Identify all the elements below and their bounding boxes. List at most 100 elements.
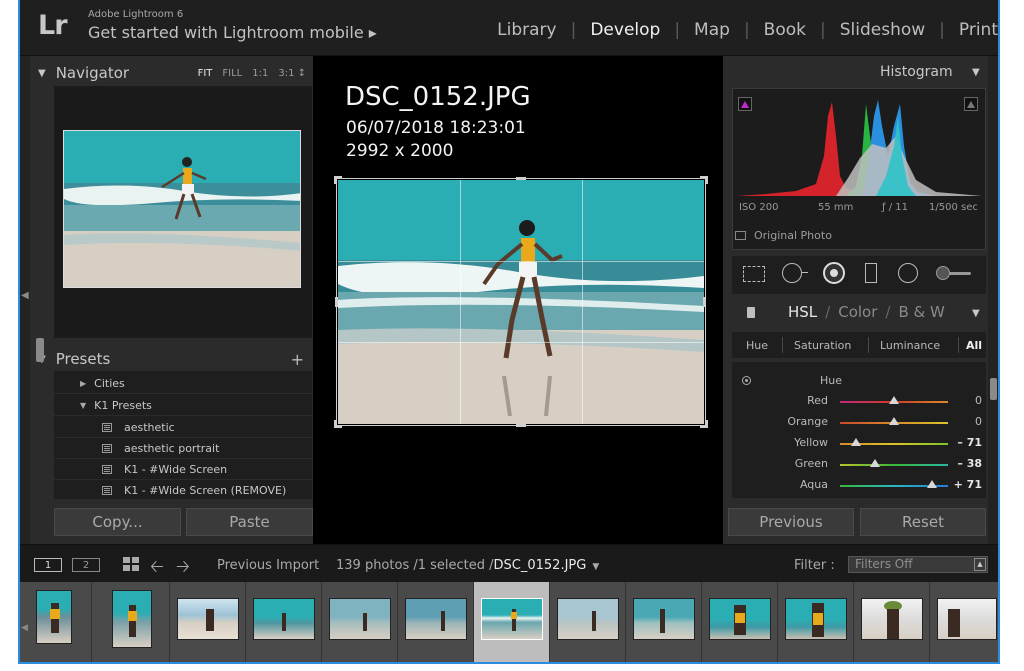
left-panel-scrollbar[interactable] xyxy=(36,338,44,362)
crop-overlay-frame[interactable] xyxy=(336,178,706,426)
filmstrip-cell[interactable] xyxy=(20,582,92,662)
preset-item[interactable]: aesthetic xyxy=(54,417,312,438)
navigator-thumbnail[interactable] xyxy=(63,130,301,288)
slider-orange[interactable]: Orange 0 xyxy=(732,413,986,431)
slider-yellow[interactable]: Yellow – 71 xyxy=(732,434,986,452)
slider-red[interactable]: Red 0 xyxy=(732,392,986,410)
filmstrip-scroll-left-icon[interactable]: ◀ xyxy=(21,623,28,633)
presets-header[interactable]: ▼ Presets + xyxy=(38,346,310,372)
slider-knob[interactable] xyxy=(869,459,880,467)
filmstrip-cell[interactable] xyxy=(170,582,246,662)
tab-color[interactable]: Color xyxy=(838,303,877,321)
copy-settings-button[interactable]: Copy... xyxy=(54,508,181,536)
slider-value[interactable]: + 71 xyxy=(954,478,982,491)
module-slideshow[interactable]: Slideshow xyxy=(826,20,939,40)
crop-handle-top[interactable] xyxy=(516,177,526,180)
arrow-left-icon[interactable]: 🡠 xyxy=(150,554,164,583)
zoom-3-1[interactable]: 3:1 ↕ xyxy=(278,68,306,79)
panel-switch-icon[interactable] xyxy=(747,307,755,318)
module-book[interactable]: Book xyxy=(750,20,820,40)
reset-button[interactable]: Reset xyxy=(860,508,986,536)
subtab-saturation[interactable]: Saturation xyxy=(794,339,851,352)
adjustment-brush-icon[interactable] xyxy=(936,266,950,280)
crop-handle-left[interactable] xyxy=(335,297,338,307)
filmstrip-cell[interactable] xyxy=(398,582,474,662)
slider-knob[interactable] xyxy=(926,480,937,488)
crop-tool-icon[interactable] xyxy=(743,266,765,282)
slider-knob[interactable] xyxy=(889,396,899,404)
histogram-title[interactable]: Histogram xyxy=(880,64,953,80)
crop-handle-right[interactable] xyxy=(703,297,706,307)
preset-folder-k1[interactable]: ▼ K1 Presets xyxy=(54,395,312,416)
filmstrip-cell[interactable] xyxy=(550,582,626,662)
original-photo-toggle[interactable]: Original Photo xyxy=(735,229,832,242)
filmstrip-cell[interactable] xyxy=(778,582,854,662)
histogram-graph[interactable] xyxy=(736,96,982,196)
add-preset-icon[interactable]: + xyxy=(291,350,304,369)
crop-handle-bottom-right[interactable] xyxy=(700,420,708,428)
left-panel-collapse-icon[interactable]: ◀ xyxy=(21,290,29,301)
slider-value[interactable]: – 38 xyxy=(957,457,982,470)
crop-handle-top-left[interactable] xyxy=(334,176,342,184)
filmstrip-source[interactable]: Previous Import xyxy=(217,558,319,573)
collapse-triangle-icon[interactable]: ▼ xyxy=(38,68,46,79)
module-print[interactable]: Print xyxy=(945,20,998,40)
paste-settings-button[interactable]: Paste xyxy=(186,508,313,536)
module-library[interactable]: Library xyxy=(483,20,570,40)
zoom-fill[interactable]: FILL xyxy=(222,68,242,79)
chevron-down-icon[interactable]: ▼ xyxy=(592,562,599,572)
slider-aqua[interactable]: Aqua + 71 xyxy=(732,476,986,494)
tab-hsl[interactable]: HSL xyxy=(788,303,817,321)
filmstrip-cell[interactable] xyxy=(930,582,998,662)
tab-bw[interactable]: B & W xyxy=(898,303,944,321)
filmstrip-cell[interactable] xyxy=(854,582,930,662)
slider-knob[interactable] xyxy=(851,438,862,446)
crop-handle-bottom[interactable] xyxy=(516,424,526,427)
original-photo-checkbox[interactable] xyxy=(735,231,746,240)
primary-window-button[interactable]: 1 xyxy=(34,558,62,572)
filmstrip-cell[interactable] xyxy=(92,582,170,662)
slider-value[interactable]: – 71 xyxy=(957,436,982,449)
crop-handle-bottom-left[interactable] xyxy=(334,420,342,428)
spot-removal-icon[interactable] xyxy=(782,263,802,283)
navigator-header[interactable]: ▼ Navigator FIT FILL 1:1 3:1 ↕ xyxy=(38,60,310,86)
arrow-right-icon[interactable]: 🡢 xyxy=(176,554,190,583)
module-develop[interactable]: Develop xyxy=(576,20,674,40)
slider-knob[interactable] xyxy=(889,417,899,425)
filmstrip-cell[interactable] xyxy=(322,582,398,662)
collapse-triangle-icon[interactable]: ▼ xyxy=(972,67,980,78)
slider-value[interactable]: 0 xyxy=(975,394,982,407)
preset-item[interactable]: aesthetic portrait xyxy=(54,438,312,459)
subtab-luminance[interactable]: Luminance xyxy=(880,339,940,352)
expand-triangle-icon[interactable]: ▶ xyxy=(80,379,86,388)
secondary-window-button[interactable]: 2 xyxy=(72,558,100,572)
previous-settings-button[interactable]: Previous xyxy=(728,508,854,536)
collapse-triangle-icon[interactable]: ▼ xyxy=(972,308,980,319)
filmstrip-photo-count[interactable]: 139 photos /1 selected /DSC_0152.JPG ▼ xyxy=(336,558,599,573)
graduated-filter-icon[interactable] xyxy=(865,263,877,283)
right-panel-scrollbar[interactable] xyxy=(990,378,997,400)
slider-green[interactable]: Green – 38 xyxy=(732,455,986,473)
preset-folder-cities[interactable]: ▶ Cities xyxy=(54,373,312,394)
subtab-hue[interactable]: Hue xyxy=(746,339,768,352)
module-map[interactable]: Map xyxy=(680,20,744,40)
subtab-all[interactable]: All xyxy=(966,339,982,352)
crop-handle-top-right[interactable] xyxy=(700,176,708,184)
filmstrip-cell-selected[interactable] xyxy=(474,582,550,662)
filmstrip-cell[interactable] xyxy=(702,582,778,662)
zoom-1-1[interactable]: 1:1 xyxy=(252,68,268,79)
filter-dropdown[interactable]: Filters Off ▲ xyxy=(848,556,988,573)
slider-value[interactable]: 0 xyxy=(975,415,982,428)
preset-item[interactable]: K1 - #Wide Screen (REMOVE) xyxy=(54,480,312,499)
collapse-triangle-icon[interactable]: ▼ xyxy=(80,401,86,410)
slider-track[interactable] xyxy=(840,464,948,466)
grid-view-icon[interactable] xyxy=(123,557,139,575)
targeted-adjustment-icon[interactable] xyxy=(742,376,751,385)
red-eye-icon[interactable] xyxy=(823,262,845,284)
radial-filter-icon[interactable] xyxy=(898,263,918,283)
lightroom-mobile-link[interactable]: Get started with Lightroom mobile ▸ xyxy=(88,23,377,42)
filmstrip-cell[interactable] xyxy=(246,582,322,662)
preset-item[interactable]: K1 - #Wide Screen xyxy=(54,459,312,480)
filmstrip-cell[interactable] xyxy=(626,582,702,662)
zoom-fit[interactable]: FIT xyxy=(198,68,213,79)
